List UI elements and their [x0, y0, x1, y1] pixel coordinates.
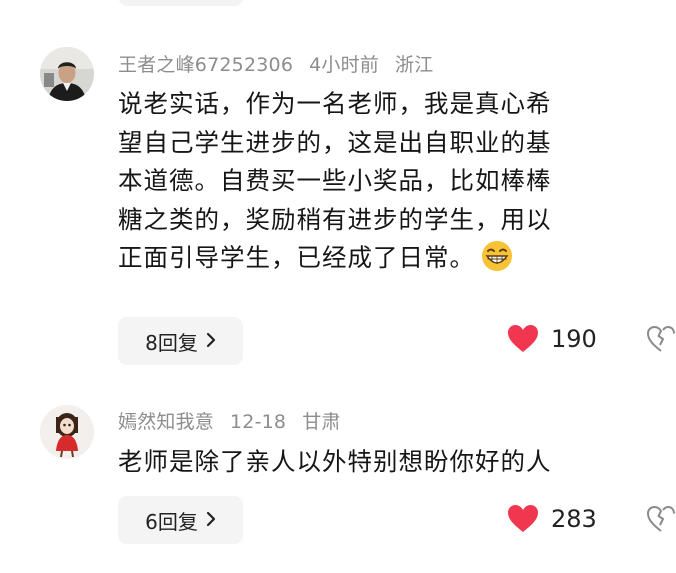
- comment-last-line: 正面引导学生，已经成了日常。: [118, 239, 658, 278]
- dislike-button[interactable]: [646, 505, 676, 537]
- username[interactable]: 王者之峰67252306: [118, 54, 293, 76]
- comment-meta: 嫣然知我意 12-18 甘肃: [118, 407, 357, 434]
- like-button[interactable]: 283: [507, 504, 597, 533]
- avatar[interactable]: [40, 47, 94, 101]
- avatar[interactable]: [40, 405, 94, 459]
- previous-reply-button[interactable]: [118, 0, 244, 6]
- like-count: 190: [551, 324, 597, 353]
- grinning-face-emoji-icon: [481, 240, 513, 272]
- heart-icon: [507, 324, 539, 353]
- heart-icon: [507, 504, 539, 533]
- chevron-right-icon: [206, 508, 216, 532]
- comment-line: 老师是除了亲人以外特别想盼你好的人: [118, 447, 552, 476]
- chevron-right-icon: [206, 329, 216, 353]
- like-button[interactable]: 190: [507, 324, 597, 353]
- broken-heart-icon: [646, 325, 676, 357]
- comment-line: 正面引导学生，已经成了日常。: [118, 243, 475, 272]
- broken-heart-icon: [646, 505, 676, 537]
- view-replies-button[interactable]: 8回复: [118, 317, 243, 365]
- view-replies-button[interactable]: 6回复: [118, 496, 243, 544]
- like-count: 283: [551, 504, 597, 533]
- replies-label: 8回复: [145, 330, 198, 355]
- comment-text: 说老实话，作为一名老师，我是真心希 望自己学生进步的，这是出自职业的基 本道德。…: [118, 85, 658, 278]
- comment-line: 糖之类的，奖励稍有进步的学生，用以: [118, 204, 552, 234]
- username[interactable]: 嫣然知我意: [118, 411, 214, 433]
- comment-time: 12-18: [230, 411, 287, 433]
- comment-location: 浙江: [395, 54, 434, 76]
- dislike-button[interactable]: [646, 325, 676, 357]
- comment-text: 老师是除了亲人以外特别想盼你好的人: [118, 443, 658, 482]
- comment-line: 本道德。自费买一些小奖品，比如棒棒: [118, 166, 552, 195]
- replies-label: 6回复: [145, 509, 198, 534]
- comment-meta: 王者之峰67252306 4小时前 浙江: [118, 50, 449, 77]
- comment-location: 甘肃: [302, 411, 341, 433]
- comment-time: 4小时前: [309, 54, 379, 76]
- comment-line: 说老实话，作为一名老师，我是真心希: [118, 89, 552, 118]
- comment-line: 望自己学生进步的，这是出自职业的基: [118, 127, 552, 157]
